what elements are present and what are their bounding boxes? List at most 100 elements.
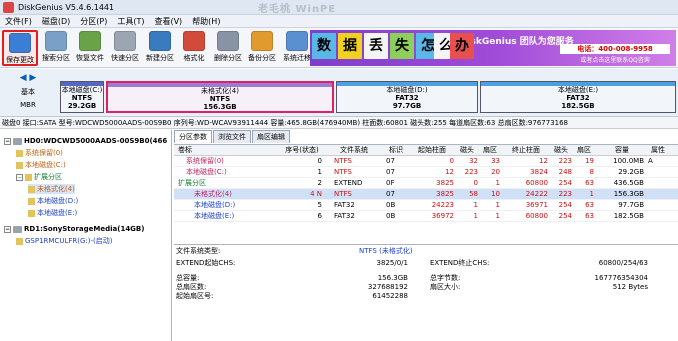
tree-node-label: 系统保留(0) bbox=[25, 149, 63, 157]
tree-expander-icon[interactable]: − bbox=[4, 225, 11, 233]
table-cell: 0 bbox=[317, 157, 322, 165]
tree-node-label: 本地磁盘(D:) bbox=[37, 197, 79, 205]
tree-node[interactable]: 本地磁盘(E:) bbox=[28, 208, 77, 218]
table-cell bbox=[648, 189, 668, 200]
capacity-value: 156.3GB bbox=[377, 274, 408, 282]
tree-node-label: 未格式化(4) bbox=[37, 185, 75, 193]
table-cell: FAT32 bbox=[334, 201, 355, 209]
column-header[interactable]: 磁头 bbox=[550, 145, 572, 156]
fs-type-label: 文件系统类型: bbox=[176, 247, 221, 255]
tab-sector-editor[interactable]: 扇区编辑 bbox=[252, 130, 290, 143]
column-header[interactable]: 起始柱面 bbox=[410, 145, 454, 156]
tree-node[interactable]: − RD1:SonyStorageMedia(14GB) bbox=[4, 224, 144, 234]
right-pane: 分区参数 浏览文件 扇区编辑 卷标 序号(状态) 文件系统 标识 起始柱面 磁头 扇区 终止柱… bbox=[174, 130, 678, 341]
table-cell: 6 bbox=[317, 212, 322, 220]
column-header[interactable]: 卷标 bbox=[178, 145, 278, 156]
table-cell bbox=[648, 178, 668, 189]
table-cell: 1 bbox=[495, 201, 500, 209]
ad-block: 失 bbox=[390, 33, 414, 59]
partition-icon bbox=[28, 185, 35, 193]
column-header[interactable]: 属性 bbox=[648, 145, 668, 156]
column-header[interactable]: 终止柱面 bbox=[504, 145, 548, 156]
table-cell: 3825 bbox=[436, 179, 454, 187]
toolbar-button-label: 保存更改 bbox=[6, 56, 34, 64]
column-header[interactable]: 文件系统 bbox=[334, 145, 374, 156]
tree-node[interactable]: − HD0:WDCWD5000AADS-00S9B0(466 bbox=[4, 136, 167, 146]
disk-table-type: MBR bbox=[20, 101, 36, 109]
menu-help[interactable]: 帮助(H) bbox=[187, 16, 225, 27]
table-cell: 0B bbox=[386, 212, 396, 220]
tab-browse-files[interactable]: 浏览文件 bbox=[213, 130, 251, 143]
menu-partition[interactable]: 分区(P) bbox=[75, 16, 112, 27]
partition-fs: FAT32 bbox=[566, 94, 590, 102]
table-cell: 24223 bbox=[431, 201, 454, 209]
tree-node[interactable]: 本地磁盘(C:) bbox=[16, 160, 66, 170]
partition-block[interactable]: 未格式化(4) NTFS 156.3GB bbox=[106, 81, 334, 113]
partition-block[interactable]: 本地磁盘(C:) NTFS 29.2GB bbox=[60, 81, 104, 113]
partition-fs: NTFS bbox=[71, 94, 93, 102]
tree-node-label: 本地磁盘(C:) bbox=[25, 161, 66, 169]
tree-node[interactable]: 系统保留(0) bbox=[16, 148, 63, 158]
tree-node[interactable]: GSP1RMCULFR(G:)-(启动) bbox=[16, 236, 112, 246]
ad-banner[interactable]: DiskGenius 团队为您服务 电话：400-008-9958 或者点击这里… bbox=[310, 30, 676, 66]
partition-block[interactable]: 本地磁盘(E:) FAT32 182.5GB bbox=[480, 81, 676, 113]
tree-node[interactable]: 本地磁盘(D:) bbox=[28, 196, 78, 206]
menu-tools[interactable]: 工具(T) bbox=[112, 16, 149, 27]
toolbar-button-2[interactable]: 恢复文件 bbox=[72, 30, 108, 66]
toolbar-button-3[interactable]: 快速分区 bbox=[107, 30, 143, 66]
column-header[interactable]: 扇区 bbox=[574, 145, 594, 156]
fs-type-value: NTFS (未格式化) bbox=[359, 247, 413, 255]
table-cell: NTFS bbox=[334, 168, 352, 176]
table-cell: 19 bbox=[585, 157, 594, 165]
extend-end-label: EXTEND终止CHS: bbox=[430, 259, 490, 267]
restore-icon bbox=[79, 31, 101, 51]
toolbar-button-label: 格式化 bbox=[183, 54, 205, 62]
partition-icon bbox=[28, 197, 35, 205]
tree-expander-icon[interactable]: − bbox=[4, 137, 11, 145]
table-cell: 4 N bbox=[310, 190, 322, 198]
sectors-label: 总扇区数: bbox=[176, 283, 207, 291]
partition-block[interactable]: 本地磁盘(D:) FAT32 97.7GB bbox=[336, 81, 478, 113]
table-cell: 3825 bbox=[436, 190, 454, 198]
ad-qq-link[interactable]: 或者点击这里联系QQ咨询 bbox=[560, 55, 670, 64]
toolbar-button-0[interactable]: 保存更改 bbox=[2, 30, 38, 66]
tree-node[interactable]: 未格式化(4) bbox=[28, 184, 75, 194]
partition-icon bbox=[28, 209, 35, 217]
table-cell: 32 bbox=[469, 157, 478, 165]
disk-nav-arrows-icon[interactable]: ◀ ▶ bbox=[4, 73, 52, 83]
migrate-icon bbox=[286, 31, 308, 51]
toolbar-button-6[interactable]: 删除分区 bbox=[210, 30, 246, 66]
table-cell: 1 bbox=[473, 212, 478, 220]
column-header[interactable]: 标识 bbox=[386, 145, 406, 156]
extend-start-label: EXTEND起始CHS: bbox=[176, 259, 236, 267]
table-cell: A bbox=[648, 157, 653, 165]
table-cell: 100.0MB bbox=[613, 157, 644, 165]
tree-node[interactable]: − 扩展分区 bbox=[16, 172, 62, 182]
table-row[interactable]: 未格式化(4) 4 N NTFS 07 3825 58 10 24222 223 1 156.3GB bbox=[174, 189, 678, 200]
table-row[interactable]: 系统保留(0) 0 NTFS 07 0 32 33 12 223 19 100.0MB A bbox=[174, 156, 678, 167]
column-header[interactable]: 序号(状态) bbox=[282, 145, 322, 156]
toolbar-button-label: 恢复文件 bbox=[76, 54, 104, 62]
table-row[interactable]: 扩展分区 2 EXTEND 0F 3825 0 1 60800 254 63 436.5GB bbox=[174, 178, 678, 189]
column-header[interactable]: 扇区 bbox=[480, 145, 500, 156]
tree-node-label: GSP1RMCULFR(G:)-(启动) bbox=[25, 237, 113, 245]
toolbar-button-5[interactable]: 格式化 bbox=[176, 30, 212, 66]
menu-file[interactable]: 文件(F) bbox=[0, 16, 37, 27]
sector-size-value: 512 Bytes bbox=[612, 283, 648, 291]
table-row[interactable]: 本地磁盘(C:) 1 NTFS 07 12 223 20 3824 248 8 29.2GB bbox=[174, 167, 678, 178]
extend-end-value: 60800/254/63 bbox=[598, 259, 648, 267]
partition-size: 182.5GB bbox=[561, 102, 595, 110]
tab-partition-params[interactable]: 分区参数 bbox=[174, 130, 212, 143]
toolbar-button-1[interactable]: 搜索分区 bbox=[38, 30, 74, 66]
menu-disk[interactable]: 磁盘(D) bbox=[37, 16, 75, 27]
table-row[interactable]: 本地磁盘(E:) 6 FAT32 0B 36972 1 1 60800 254 63 182.5GB bbox=[174, 211, 678, 222]
tree-expander-icon[interactable]: − bbox=[16, 173, 23, 181]
toolbar-button-4[interactable]: 新建分区 bbox=[142, 30, 178, 66]
column-header[interactable]: 磁头 bbox=[456, 145, 478, 156]
table-row[interactable]: 本地磁盘(D:) 5 FAT32 0B 24223 1 1 36971 254 63 97.7GB bbox=[174, 200, 678, 211]
menu-view[interactable]: 查看(V) bbox=[149, 16, 187, 27]
save-icon bbox=[9, 33, 31, 53]
column-header[interactable]: 容量 bbox=[600, 145, 644, 156]
table-cell: 97.7GB bbox=[618, 201, 644, 209]
toolbar-button-7[interactable]: 备份分区 bbox=[244, 30, 280, 66]
